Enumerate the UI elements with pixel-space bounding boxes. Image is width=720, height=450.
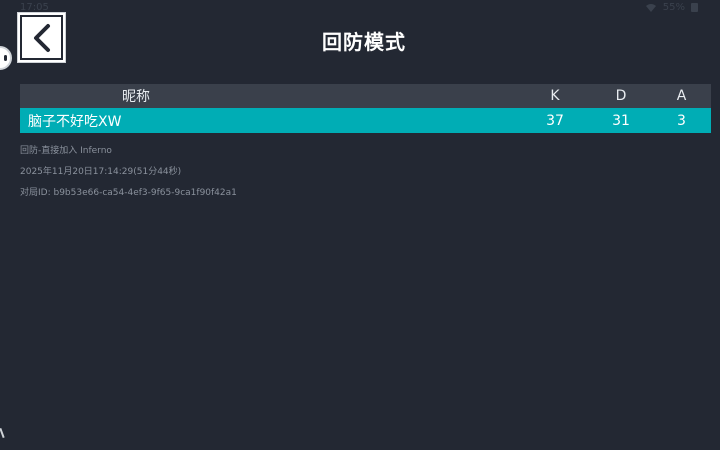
- match-datetime: 2025年11月20日17:14:29(51分44秒): [20, 167, 182, 177]
- match-mode-map: 回防-直接加入 Inferno: [20, 146, 112, 156]
- player-deaths: 31: [612, 112, 630, 129]
- screen: 17:05 55% 回防模式 昵称 K D A 脑子不好吃XW 37 31 3 …: [0, 0, 720, 450]
- battery-icon: [691, 3, 698, 12]
- table-header: 昵称 K D A: [20, 84, 711, 108]
- player-assists: 3: [677, 112, 686, 129]
- status-indicators: 55%: [645, 2, 698, 13]
- battery-percent: 55%: [662, 2, 685, 13]
- match-id: 对局ID: b9b53e66-ca54-4ef3-9f65-9ca1f90f42…: [20, 188, 237, 198]
- player-name: 脑子不好吃XW: [28, 113, 122, 130]
- column-header-name: 昵称: [122, 89, 150, 105]
- page-title: 回防模式: [322, 30, 406, 54]
- column-header-assists: A: [676, 88, 687, 104]
- assistant-eye-icon: [4, 55, 7, 61]
- status-bar: 17:05 55%: [0, 0, 720, 16]
- player-kills: 37: [546, 112, 564, 129]
- column-header-kills: K: [550, 88, 560, 104]
- score-table: 昵称 K D A 脑子不好吃XW 37 31 3: [20, 84, 711, 133]
- wifi-icon: [645, 3, 656, 12]
- column-header-deaths: D: [615, 88, 627, 104]
- table-row[interactable]: 脑子不好吃XW 37 31 3: [20, 108, 711, 133]
- edge-gesture-handle[interactable]: [0, 427, 5, 439]
